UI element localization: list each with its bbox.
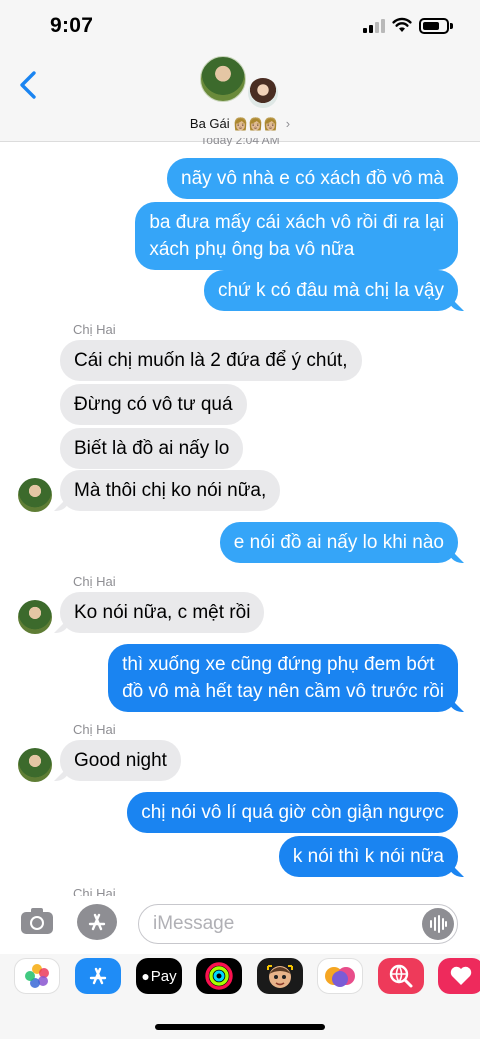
message-input[interactable] bbox=[138, 904, 458, 944]
memoji-app-icon[interactable] bbox=[257, 958, 303, 994]
sent-message[interactable]: nãy vô nhà e có xách đồ vô mà bbox=[167, 158, 458, 199]
received-message[interactable]: Mà thôi chị ko nói nữa, bbox=[60, 470, 281, 511]
back-chevron-icon[interactable] bbox=[14, 68, 44, 102]
app-store-icon bbox=[88, 913, 106, 931]
sender-name: Chị Hai bbox=[73, 722, 116, 737]
sent-message[interactable]: chứ k có đâu mà chị la vậy bbox=[203, 270, 458, 311]
received-message[interactable]: Đừng có vô tư quá bbox=[60, 384, 247, 425]
apple-pay-app-icon[interactable]: ● Pay bbox=[136, 958, 182, 994]
message-line: thì xuống xe cũng đứng phụ đem bớt bbox=[122, 654, 435, 675]
sender-avatar[interactable] bbox=[18, 748, 52, 782]
received-message[interactable]: Good night bbox=[60, 740, 181, 781]
sent-message[interactable]: e nói đồ ai nấy lo khi nào bbox=[219, 522, 458, 563]
sender-avatar[interactable] bbox=[18, 600, 52, 634]
group-name-label: Ba Gái bbox=[189, 116, 230, 131]
digital-touch-app-icon[interactable] bbox=[438, 958, 480, 994]
activity-rings-icon bbox=[205, 962, 233, 990]
sent-message[interactable]: ba đưa mấy cái xách vô rồi đi ra lại xác… bbox=[135, 202, 458, 270]
received-message[interactable]: Cái chị muốn là 2 đứa để ý chút, bbox=[60, 340, 362, 381]
sender-name: Chị Hai bbox=[73, 322, 116, 337]
voice-input-button[interactable] bbox=[422, 908, 454, 940]
apple-pay-label: Pay bbox=[150, 967, 177, 985]
animoji-app-icon[interactable] bbox=[317, 958, 363, 994]
compose-bar bbox=[0, 896, 480, 954]
group-avatar-secondary[interactable] bbox=[246, 76, 280, 110]
app-drawer: ● Pay bbox=[0, 954, 480, 1039]
status-bar: 9:07 bbox=[0, 0, 480, 54]
globe-search-icon bbox=[389, 964, 413, 988]
conversation-header: Ba Gái 👩🏼👩🏼👩🏼 › bbox=[0, 54, 480, 142]
message-timestamp: Today 2:04 AM bbox=[200, 138, 280, 146]
heart-hand-icon bbox=[450, 966, 472, 985]
group-emojis: 👩🏼👩🏼👩🏼 bbox=[233, 117, 279, 131]
sender-avatar[interactable] bbox=[18, 478, 52, 512]
chevron-right-icon: › bbox=[285, 116, 291, 131]
app-store-icon bbox=[89, 967, 107, 985]
sent-message[interactable]: k nói thì k nói nữa bbox=[278, 836, 458, 877]
sent-message[interactable]: chị nói vô lí quá giờ còn giận ngược bbox=[127, 792, 458, 833]
home-indicator[interactable] bbox=[155, 1024, 325, 1030]
battery-icon bbox=[419, 18, 453, 34]
animoji-stickers-icon bbox=[325, 967, 355, 987]
message-line: ba đưa mấy cái xách vô rồi đi ra lại bbox=[149, 212, 444, 233]
message-line: xách phụ ông ba vô nữa bbox=[149, 239, 355, 260]
message-line: đồ vô mà hết tay nên cầm vô trước rồi bbox=[122, 681, 444, 702]
group-name[interactable]: Ba Gái 👩🏼👩🏼👩🏼 › bbox=[0, 116, 480, 131]
sent-message[interactable]: thì xuống xe cũng đứng phụ đem bớt đồ vô… bbox=[108, 644, 458, 712]
cellular-signal-icon bbox=[363, 19, 385, 33]
apple-logo-icon: ● bbox=[141, 968, 150, 984]
activity-app-icon[interactable] bbox=[196, 958, 242, 994]
group-avatar-primary[interactable] bbox=[200, 56, 246, 102]
status-time: 9:07 bbox=[50, 14, 94, 37]
wifi-icon bbox=[392, 17, 412, 32]
app-store-button[interactable] bbox=[77, 904, 117, 940]
camera-icon[interactable] bbox=[20, 906, 54, 936]
received-message[interactable]: Ko nói nữa, c mệt rồi bbox=[60, 592, 265, 633]
photos-app-icon[interactable] bbox=[14, 958, 60, 994]
image-search-app-icon[interactable] bbox=[378, 958, 424, 994]
received-message[interactable]: Biết là đồ ai nấy lo bbox=[60, 428, 244, 469]
app-store-app-icon[interactable] bbox=[75, 958, 121, 994]
photos-icon bbox=[25, 964, 49, 988]
waveform-icon bbox=[430, 915, 447, 933]
memoji-face-icon bbox=[267, 965, 293, 988]
sender-name: Chị Hai bbox=[73, 574, 116, 589]
